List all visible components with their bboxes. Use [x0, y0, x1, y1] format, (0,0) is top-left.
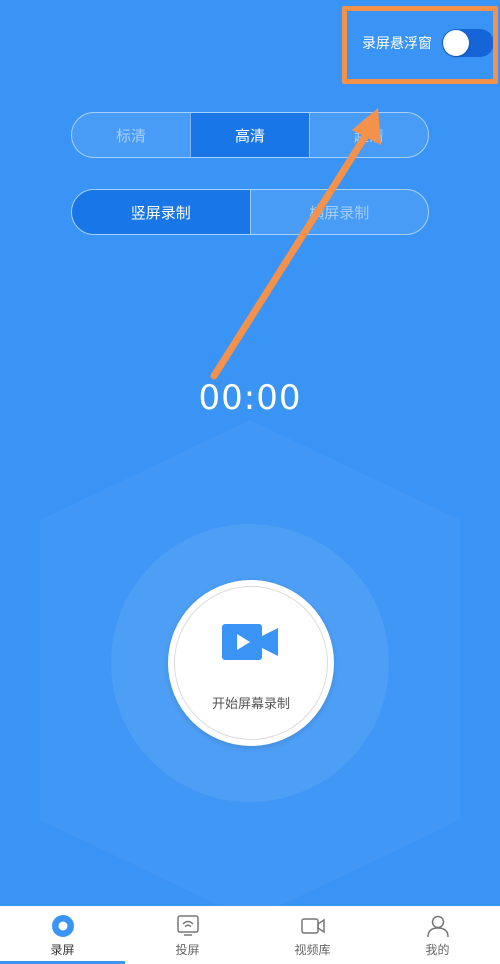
tab-profile-label: 我的 — [425, 943, 450, 957]
float-window-switch[interactable] — [442, 29, 494, 57]
tab-record[interactable]: 录屏 — [0, 906, 125, 964]
recording-timer: 00:00 — [198, 378, 302, 418]
orientation-landscape[interactable]: 横屏录制 — [249, 190, 428, 234]
tab-profile[interactable]: 我的 — [375, 906, 500, 964]
profile-icon — [426, 915, 449, 938]
quality-option-hd[interactable]: 高清 — [190, 113, 309, 157]
quality-selector: 标清 高清 超清 — [71, 112, 429, 158]
switch-knob — [443, 30, 469, 56]
float-window-label: 录屏悬浮窗 — [362, 36, 432, 52]
tab-cast-label: 投屏 — [175, 943, 200, 957]
orientation-selector: 竖屏录制 横屏录制 — [71, 189, 429, 235]
record-screen: 录屏悬浮窗 标清 高清 超清 竖屏录制 横屏录制 00:00 开始屏幕录制 — [0, 0, 500, 906]
tab-record-label: 录屏 — [50, 943, 75, 957]
quality-option-sd[interactable]: 标清 — [72, 113, 190, 157]
video-library-icon — [300, 918, 325, 934]
tab-video-library-label: 视频库 — [294, 943, 331, 957]
start-recording-button[interactable]: 开始屏幕录制 — [168, 580, 334, 746]
record-button-ring — [174, 586, 328, 740]
quality-option-uhd[interactable]: 超清 — [309, 113, 428, 157]
orientation-portrait[interactable]: 竖屏录制 — [72, 190, 250, 234]
record-circle-icon — [51, 915, 74, 937]
video-camera-icon — [222, 624, 278, 660]
tab-video-library[interactable]: 视频库 — [250, 906, 375, 964]
bottom-tab-bar: 录屏 投屏 视频库 我的 — [0, 906, 500, 964]
float-window-setting: 录屏悬浮窗 — [362, 26, 494, 60]
cast-screen-icon — [176, 915, 199, 936]
tab-cast[interactable]: 投屏 — [125, 906, 250, 964]
start-recording-label: 开始屏幕录制 — [211, 697, 290, 712]
